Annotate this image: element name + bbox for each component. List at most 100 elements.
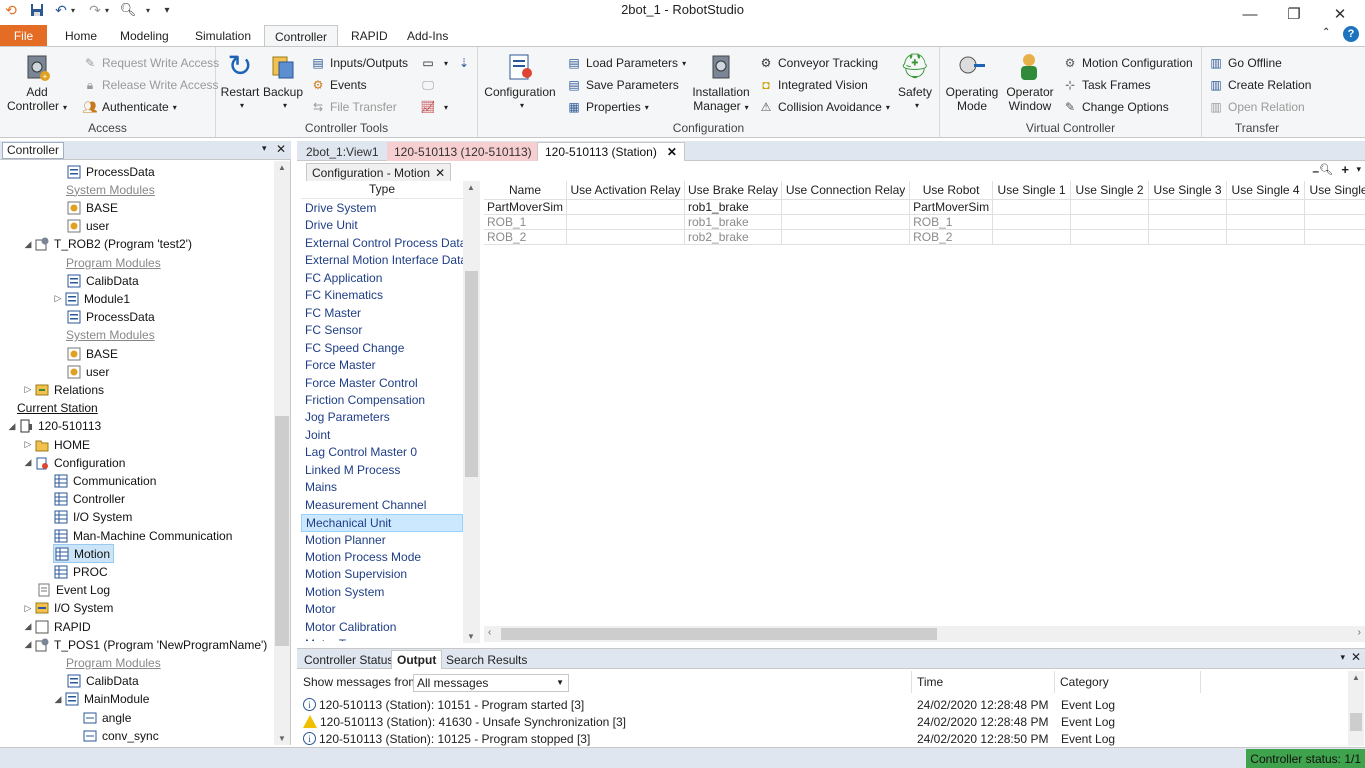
tree-scrollbar[interactable]: ▲ ▼ xyxy=(274,161,290,745)
grid-cell[interactable]: ROB_2 xyxy=(909,229,994,245)
tab-view1[interactable]: 2bot_1:View1 xyxy=(299,142,386,161)
tree-node[interactable]: System Modules xyxy=(66,326,155,345)
tree-node[interactable]: ▷ Module1 xyxy=(52,289,131,308)
type-list-item[interactable]: FC Kinematics xyxy=(301,287,463,305)
task-frames-button[interactable]: ⊹ Task Frames xyxy=(1062,75,1151,95)
grid-cell[interactable] xyxy=(1226,214,1306,230)
installation-manager-button[interactable]: Installation Manager ▾ xyxy=(684,51,758,115)
grid-cell[interactable] xyxy=(566,199,686,215)
tab-controller-config[interactable]: 120-510113 (120-510113) xyxy=(387,142,539,161)
zoom-icon[interactable]: 🔍︎ xyxy=(1319,163,1333,176)
tree-node[interactable]: CalibData xyxy=(66,672,139,691)
grid-row[interactable]: PartMoverSim rob1_brake PartMoverSim xyxy=(484,199,1365,215)
collision-avoidance-button[interactable]: ⚠ Collision Avoidance ▾ xyxy=(758,97,890,117)
backup-button[interactable]: Backup ▾ xyxy=(262,51,304,113)
grid-cell[interactable] xyxy=(1226,229,1306,245)
output-scroll-up-icon[interactable]: ▲ xyxy=(1352,673,1360,682)
grid-scroll-thumb[interactable] xyxy=(501,628,937,640)
type-list-item[interactable]: FC Speed Change xyxy=(301,340,463,358)
help-icon[interactable]: ? xyxy=(1343,26,1359,42)
grid-cell[interactable] xyxy=(1148,214,1228,230)
grid-column-header[interactable]: Use Single 3 xyxy=(1148,181,1228,200)
configuration-motion-tab[interactable]: Configuration - Motion ✕ xyxy=(306,163,452,181)
type-list-item[interactable]: Force Master xyxy=(301,357,463,375)
configuration-button[interactable]: Configuration ▾ xyxy=(482,51,558,113)
output-dropdown-icon[interactable]: ▾ xyxy=(1340,652,1345,663)
grid-cell[interactable] xyxy=(1304,199,1365,215)
type-list-item[interactable]: FC Application xyxy=(301,270,463,288)
grid-cell[interactable] xyxy=(992,214,1072,230)
tree-node[interactable]: Event Log xyxy=(36,581,110,600)
grid-cell[interactable] xyxy=(781,229,911,245)
grid-cell[interactable]: ROB_1 xyxy=(484,214,568,230)
tree-node[interactable]: ◢ T_POS1 (Program 'NewProgramName') xyxy=(22,635,268,654)
change-options-button[interactable]: ✎ Change Options xyxy=(1062,97,1169,117)
integrated-vision-button[interactable]: ◘ Integrated Vision xyxy=(758,75,867,95)
grid-cell[interactable] xyxy=(1070,214,1150,230)
grid-row[interactable]: ROB_1 rob1_brake ROB_1 xyxy=(484,214,1365,230)
output-scrollbar[interactable]: ▲ xyxy=(1348,671,1364,746)
controller-status-badge[interactable]: Controller status: 1/1 xyxy=(1246,749,1365,768)
panel-dropdown-icon[interactable]: ▾ xyxy=(262,143,267,154)
grid-cell[interactable] xyxy=(1148,229,1228,245)
tree-node[interactable]: Program Modules xyxy=(66,653,161,672)
scroll-right-icon[interactable]: › xyxy=(1358,627,1361,638)
type-list-item[interactable]: Measurement Channel xyxy=(301,497,463,515)
grid-cell[interactable] xyxy=(1304,229,1365,245)
tree-node[interactable]: angle xyxy=(82,708,131,727)
output-message-row[interactable]: i 120-510113 (Station): 10151 - Program s… xyxy=(303,696,584,713)
tab-file[interactable]: File xyxy=(0,25,47,46)
grid-column-header[interactable]: Use Activation Relay xyxy=(566,181,686,200)
fly-in-button[interactable]: ▭ ▾ xyxy=(420,53,448,73)
restart-button[interactable]: ↻ Restart ▾ xyxy=(220,51,260,113)
type-list-item[interactable]: Motion Planner xyxy=(301,532,463,550)
grid-cell[interactable] xyxy=(781,199,911,215)
grid-cell[interactable] xyxy=(992,199,1072,215)
add-view-icon[interactable]: + xyxy=(1341,162,1349,177)
inputs-outputs-button[interactable]: ▤ Inputs/Outputs xyxy=(310,53,408,73)
grid-cell[interactable] xyxy=(1226,199,1306,215)
type-list-item[interactable]: Drive System xyxy=(301,200,463,218)
view-options-icon[interactable]: ▾ xyxy=(1356,164,1361,175)
type-list-item[interactable]: Friction Compensation xyxy=(301,392,463,410)
grid-column-header[interactable]: Use Single 5 xyxy=(1304,181,1365,200)
tree-node[interactable]: Communication xyxy=(53,471,156,490)
save-state-button[interactable]: ⇣ xyxy=(456,53,476,73)
expander-icon[interactable]: ◢ xyxy=(22,457,34,468)
grid-column-header[interactable]: Use Single 1 xyxy=(992,181,1072,200)
grid-column-header[interactable]: Use Robot xyxy=(909,181,994,200)
file-transfer-button[interactable]: ⇆ File Transfer xyxy=(310,97,397,117)
type-list-item[interactable]: Motor Calibration xyxy=(301,619,463,637)
time-column-header[interactable]: Time xyxy=(917,671,943,693)
type-list-item[interactable]: Joint xyxy=(301,427,463,445)
grid-horizontal-scrollbar[interactable]: ‹ › xyxy=(484,626,1365,642)
tree-node[interactable]: Motion xyxy=(53,544,115,564)
properties-button[interactable]: ▦ Properties ▾ xyxy=(566,97,648,117)
type-list-item[interactable]: External Motion Interface Data xyxy=(301,252,463,270)
events-button[interactable]: ⚙ Events xyxy=(310,75,367,95)
authenticate-button[interactable]: 👥︎ Authenticate ▾ xyxy=(82,97,176,117)
grid-column-header[interactable]: Use Single 4 xyxy=(1226,181,1306,200)
type-column-header[interactable]: Type xyxy=(301,181,463,199)
grid-cell[interactable]: rob2_brake xyxy=(684,229,783,245)
grid-cell[interactable]: rob1_brake xyxy=(684,199,783,215)
type-list-item[interactable]: Motion Supervision xyxy=(301,566,463,584)
type-list-scrollbar[interactable]: ▲ ▼ xyxy=(463,181,480,643)
grid-cell[interactable]: ROB_1 xyxy=(909,214,994,230)
type-list-item[interactable]: FC Master xyxy=(301,305,463,323)
tab-rapid[interactable]: RAPID xyxy=(341,25,398,46)
grid-cell[interactable] xyxy=(781,214,911,230)
grid-column-header[interactable]: Use Brake Relay xyxy=(684,181,783,200)
grid-cell[interactable]: ROB_2 xyxy=(484,229,568,245)
output-message-row[interactable]: !120-510113 (Station): 41630 - Unsafe Sy… xyxy=(303,713,626,730)
tree-node[interactable]: conv_sync xyxy=(82,726,159,745)
type-list-item[interactable]: FC Sensor xyxy=(301,322,463,340)
tree-node[interactable]: BASE xyxy=(66,344,118,363)
type-list-item[interactable]: Linked M Process xyxy=(301,462,463,480)
type-list-item[interactable]: Motor Type xyxy=(301,636,463,641)
type-list-item[interactable]: Motor xyxy=(301,601,463,619)
operator-window-button[interactable]: Operator Window xyxy=(1002,51,1058,113)
tree-node[interactable]: ▷ HOME xyxy=(22,435,90,454)
message-filter-select[interactable]: All messages ▼ xyxy=(413,674,569,692)
tree-scroll-thumb[interactable] xyxy=(275,416,289,646)
